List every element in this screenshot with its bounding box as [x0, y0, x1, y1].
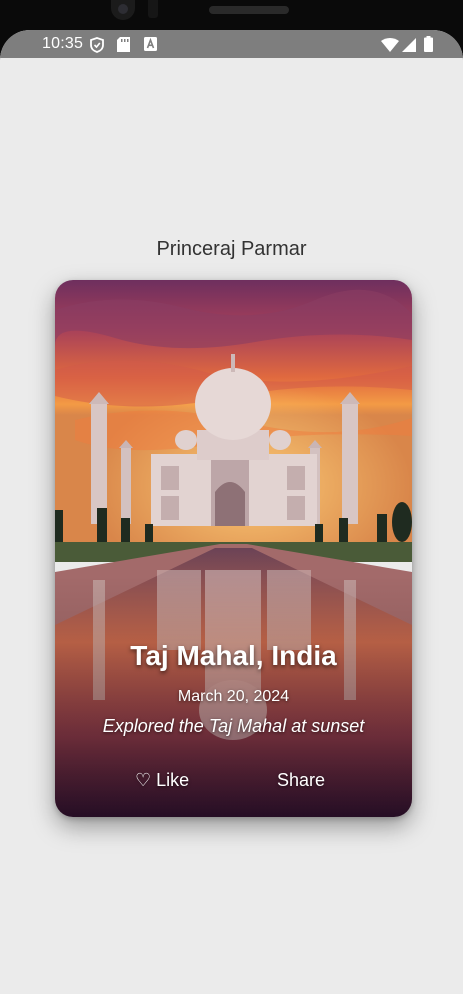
device-frame: 10:35 Princeraj Parmar Taj Mahal, India …: [0, 0, 463, 994]
earpiece-speaker: [209, 6, 289, 14]
like-button[interactable]: ♡ Like: [135, 770, 189, 791]
wifi-icon: [381, 38, 399, 52]
text-a-icon: [144, 37, 157, 51]
cell-signal-icon: [402, 38, 416, 52]
proximity-sensor: [148, 0, 158, 18]
like-label: Like: [156, 770, 190, 790]
share-button[interactable]: Share: [277, 770, 325, 791]
shield-icon: [90, 37, 104, 53]
app-screen: 10:35 Princeraj Parmar Taj Mahal, India …: [0, 30, 463, 994]
card-description: Explored the Taj Mahal at sunset: [102, 716, 365, 736]
card-date: March 20, 2024: [177, 688, 290, 705]
memory-card[interactable]: Taj Mahal, India March 20, 2024 Explored…: [55, 280, 412, 817]
status-bar: 10:35: [0, 30, 463, 58]
page-title: Princeraj Parmar: [156, 238, 307, 260]
sd-card-icon: [117, 37, 130, 52]
heart-icon: ♡: [135, 770, 152, 790]
front-camera: [111, 0, 135, 20]
status-time: 10:35: [42, 35, 84, 52]
card-title: Taj Mahal, India: [130, 640, 337, 671]
battery-icon: [424, 36, 433, 52]
